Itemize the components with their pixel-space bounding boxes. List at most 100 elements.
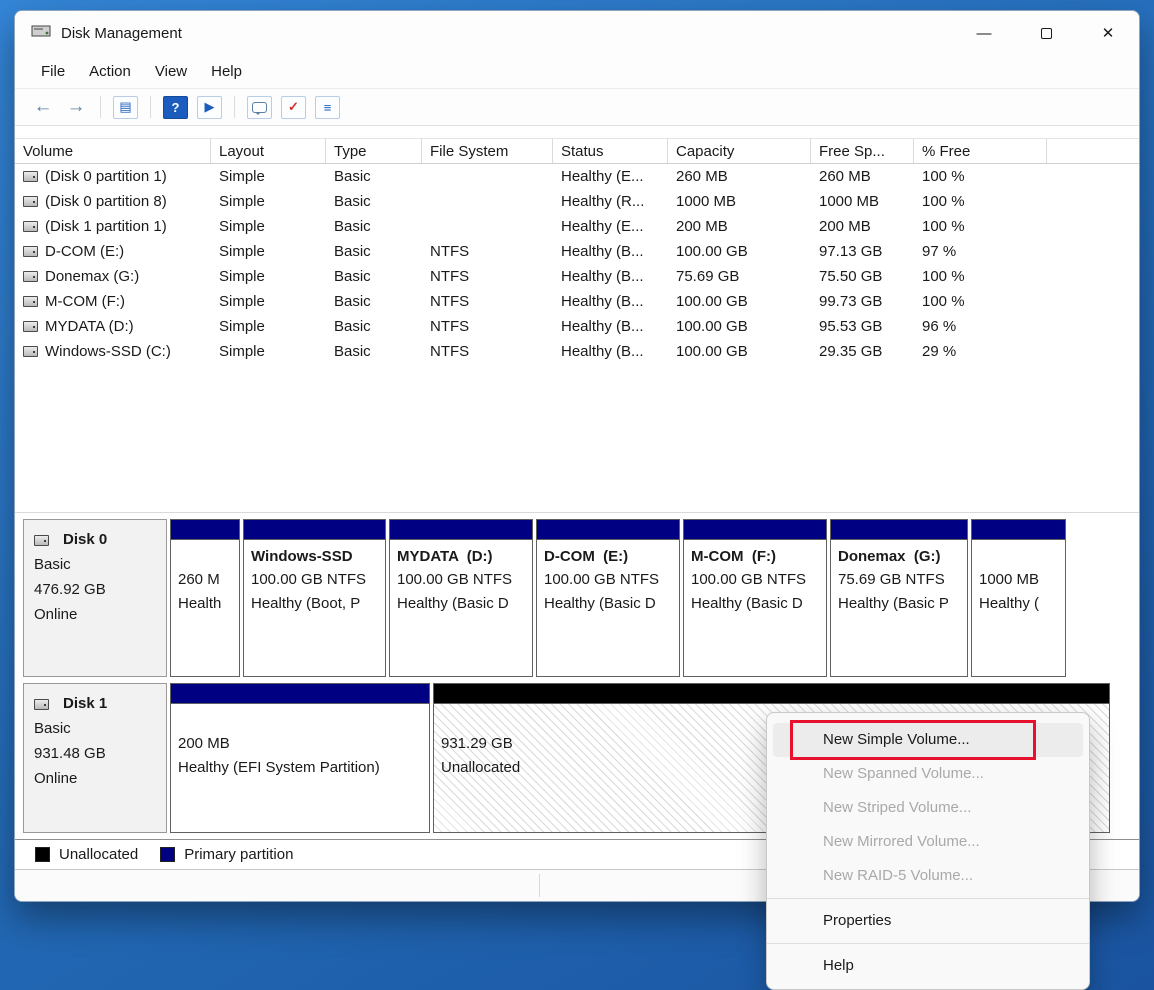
partition-disk1-efi[interactable]: 200 MB Healthy (EFI System Partition) bbox=[170, 683, 430, 833]
table-row[interactable]: Donemax (G:) Simple Basic NTFS Healthy (… bbox=[15, 264, 1139, 289]
partition-name bbox=[979, 545, 1058, 568]
column-header-file-system[interactable]: File System bbox=[422, 139, 553, 163]
partition-name bbox=[178, 545, 232, 568]
partition-status: Healthy (EFI System Partition) bbox=[178, 756, 422, 780]
cell-type: Basic bbox=[326, 289, 422, 314]
cell-filler bbox=[1047, 339, 1139, 364]
column-header-pct-free[interactable]: % Free bbox=[914, 139, 1047, 163]
status-bar-divider bbox=[539, 874, 540, 897]
cell-layout: Simple bbox=[211, 264, 326, 289]
table-row[interactable]: MYDATA (D:) Simple Basic NTFS Healthy (B… bbox=[15, 314, 1139, 339]
table-row[interactable]: (Disk 1 partition 1) Simple Basic Health… bbox=[15, 214, 1139, 239]
cell-pct-free: 100 % bbox=[914, 164, 1047, 189]
partition-size: 100.00 GB NTFS bbox=[691, 568, 819, 592]
disk-0-partitions: 260 M Health Windows-SSD 100.00 GB NTFS … bbox=[170, 519, 1131, 677]
cell-status: Healthy (B... bbox=[553, 239, 668, 264]
comment-icon[interactable] bbox=[247, 96, 272, 119]
help-icon[interactable]: ? bbox=[163, 96, 188, 119]
partition-size: 100.00 GB NTFS bbox=[544, 568, 672, 592]
menu-action[interactable]: Action bbox=[77, 58, 143, 85]
menu-item-new-mirrored-volume: New Mirrored Volume... bbox=[773, 825, 1083, 859]
disk-type: Basic bbox=[34, 552, 166, 577]
table-row[interactable]: (Disk 0 partition 1) Simple Basic Health… bbox=[15, 164, 1139, 189]
partition-mydata[interactable]: MYDATA (D:) 100.00 GB NTFS Healthy (Basi… bbox=[389, 519, 533, 677]
table-row[interactable]: M-COM (F:) Simple Basic NTFS Healthy (B.… bbox=[15, 289, 1139, 314]
partition-disk0-1000mb[interactable]: 1000 MB Healthy ( bbox=[971, 519, 1066, 677]
cell-status: Healthy (B... bbox=[553, 289, 668, 314]
column-header-layout[interactable]: Layout bbox=[211, 139, 326, 163]
column-header-capacity[interactable]: Capacity bbox=[668, 139, 811, 163]
disk-0-row: Disk 0 Basic 476.92 GB Online 260 M Heal… bbox=[23, 519, 1131, 677]
cell-type: Basic bbox=[326, 264, 422, 289]
action-pane-icon[interactable]: ▶ bbox=[197, 96, 222, 119]
partition-name: Windows-SSD bbox=[251, 545, 378, 568]
menu-item-new-simple-volume[interactable]: New Simple Volume... bbox=[773, 723, 1083, 757]
partition-donemax[interactable]: Donemax (G:) 75.69 GB NTFS Healthy (Basi… bbox=[830, 519, 968, 677]
partition-status: Healthy ( bbox=[979, 592, 1058, 616]
partition-windows-ssd[interactable]: Windows-SSD 100.00 GB NTFS Healthy (Boot… bbox=[243, 519, 386, 677]
toolbar-separator bbox=[234, 96, 235, 118]
partition-name: Donemax (G:) bbox=[838, 545, 960, 568]
partition-color-bar bbox=[972, 520, 1065, 540]
disk-name: Disk 0 bbox=[63, 528, 107, 552]
menu-item-new-spanned-volume: New Spanned Volume... bbox=[773, 757, 1083, 791]
cell-file-system: NTFS bbox=[422, 239, 553, 264]
menu-view[interactable]: View bbox=[143, 58, 199, 85]
menu-help[interactable]: Help bbox=[199, 58, 254, 85]
cell-capacity: 100.00 GB bbox=[668, 314, 811, 339]
forward-icon[interactable]: → bbox=[64, 96, 88, 118]
disk-1-header[interactable]: Disk 1 Basic 931.48 GB Online bbox=[23, 683, 167, 833]
table-row[interactable]: (Disk 0 partition 8) Simple Basic Health… bbox=[15, 189, 1139, 214]
menu-item-new-striped-volume: New Striped Volume... bbox=[773, 791, 1083, 825]
volume-name: Donemax (G:) bbox=[45, 268, 139, 285]
menu-item-properties[interactable]: Properties bbox=[773, 904, 1083, 938]
cell-pct-free: 29 % bbox=[914, 339, 1047, 364]
partition-color-bar bbox=[171, 520, 239, 540]
export-list-icon[interactable]: ≡ bbox=[315, 96, 340, 119]
close-button[interactable]: ✕ bbox=[1077, 11, 1139, 55]
volume-name: (Disk 1 partition 1) bbox=[45, 218, 167, 235]
cell-file-system: NTFS bbox=[422, 289, 553, 314]
menu-separator bbox=[767, 943, 1089, 944]
volume-icon bbox=[23, 246, 38, 257]
back-icon[interactable]: ← bbox=[31, 96, 55, 118]
cell-free-space: 1000 MB bbox=[811, 189, 914, 214]
partition-color-bar bbox=[831, 520, 967, 540]
partition-m-com[interactable]: M-COM (F:) 100.00 GB NTFS Healthy (Basic… bbox=[683, 519, 827, 677]
disk-status: Online bbox=[34, 602, 166, 627]
titlebar: Disk Management — ✕ bbox=[15, 11, 1139, 55]
disk-type: Basic bbox=[34, 716, 166, 741]
cell-status: Healthy (B... bbox=[553, 264, 668, 289]
volume-icon bbox=[23, 321, 38, 332]
volume-name: MYDATA (D:) bbox=[45, 318, 134, 335]
volume-icon bbox=[23, 271, 38, 282]
column-header-status[interactable]: Status bbox=[553, 139, 668, 163]
cell-filler bbox=[1047, 164, 1139, 189]
table-row[interactable]: D-COM (E:) Simple Basic NTFS Healthy (B.… bbox=[15, 239, 1139, 264]
volume-name: (Disk 0 partition 8) bbox=[45, 193, 167, 210]
cell-layout: Simple bbox=[211, 164, 326, 189]
console-tree-icon[interactable]: ▤ bbox=[113, 96, 138, 119]
table-row[interactable]: Windows-SSD (C:) Simple Basic NTFS Healt… bbox=[15, 339, 1139, 364]
cell-layout: Simple bbox=[211, 239, 326, 264]
menu-file[interactable]: File bbox=[29, 58, 77, 85]
cell-capacity: 100.00 GB bbox=[668, 339, 811, 364]
partition-disk0-recovery[interactable]: 260 M Health bbox=[170, 519, 240, 677]
column-header-volume[interactable]: Volume bbox=[15, 139, 211, 163]
cell-capacity: 100.00 GB bbox=[668, 239, 811, 264]
cell-file-system bbox=[422, 164, 553, 189]
volume-icon bbox=[23, 196, 38, 207]
column-header-type[interactable]: Type bbox=[326, 139, 422, 163]
cell-pct-free: 100 % bbox=[914, 189, 1047, 214]
minimize-button[interactable]: — bbox=[953, 11, 1015, 55]
context-menu: New Simple Volume... New Spanned Volume.… bbox=[766, 712, 1090, 990]
check-icon[interactable]: ✓ bbox=[281, 96, 306, 119]
column-header-free-space[interactable]: Free Sp... bbox=[811, 139, 914, 163]
volume-list-pane: Volume Layout Type File System Status Ca… bbox=[15, 126, 1139, 512]
maximize-button[interactable] bbox=[1015, 11, 1077, 55]
cell-capacity: 200 MB bbox=[668, 214, 811, 239]
cell-capacity: 260 MB bbox=[668, 164, 811, 189]
menu-item-help[interactable]: Help bbox=[773, 949, 1083, 983]
partition-d-com[interactable]: D-COM (E:) 100.00 GB NTFS Healthy (Basic… bbox=[536, 519, 680, 677]
disk-0-header[interactable]: Disk 0 Basic 476.92 GB Online bbox=[23, 519, 167, 677]
